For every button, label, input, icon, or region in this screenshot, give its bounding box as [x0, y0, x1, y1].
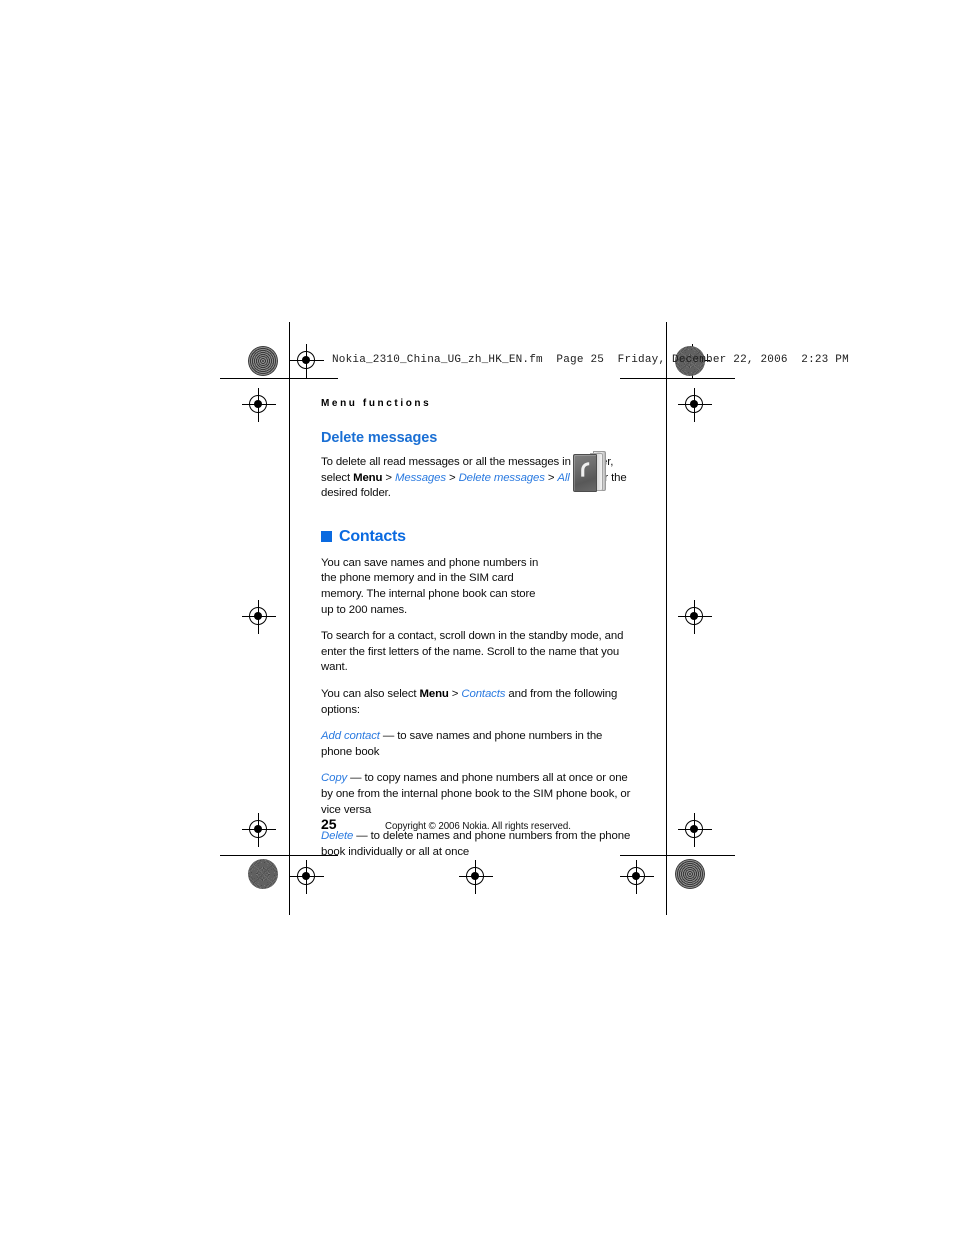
path-separator-4: > [448, 687, 462, 700]
handset-glyph-icon [581, 462, 590, 477]
xref-messages[interactable]: Messages [395, 472, 446, 484]
ui-term-menu-2: Menu [419, 687, 449, 700]
paragraph-contacts-search: To search for a contact, scroll down in … [321, 630, 624, 674]
heading-contacts: Contacts [321, 528, 633, 546]
manual-page: Menu functions Delete messages To delete… [289, 330, 667, 878]
phonebook-icon [571, 448, 611, 494]
path-separator-2: > [445, 471, 459, 484]
select-line-lead: You can also select [321, 687, 420, 700]
registration-mark-upper-left [242, 388, 276, 422]
path-separator-1: > [382, 471, 395, 484]
registration-mark-lower-left [242, 813, 276, 847]
paragraph-contacts-intro: You can save names and phone numbers in … [321, 556, 539, 616]
xref-delete-messages[interactable]: Delete messages [459, 472, 545, 484]
registration-mark-upper-right [678, 388, 712, 422]
heading-contacts-label: Contacts [339, 527, 406, 545]
option-dash-1: — [347, 772, 365, 785]
option-item-copy: Copy — to copy names and phone numbers a… [321, 771, 633, 818]
page-content: Delete messages To delete all read messa… [321, 430, 633, 860]
page-number: 25 [321, 816, 337, 832]
xref-contacts[interactable]: Contacts [461, 688, 505, 700]
option-term-add-contact[interactable]: Add contact [321, 730, 380, 742]
registration-mark-mid-left [242, 600, 276, 634]
path-separator-3: > [544, 471, 558, 484]
registration-mark-lower-right [678, 813, 712, 847]
heading-delete-messages: Delete messages [321, 430, 438, 446]
running-header: Menu functions [321, 398, 432, 409]
paragraph-contacts-select: You can also select Menu > Contacts and … [321, 687, 633, 718]
square-bullet-icon [321, 531, 332, 543]
page-footer: 25 Copyright © 2006 Nokia. All rights re… [321, 816, 633, 832]
registration-mark-mid-right [678, 600, 712, 634]
option-item-delete: Delete — to delete names and phone numbe… [321, 829, 633, 860]
ui-term-menu: Menu [353, 471, 383, 484]
halftone-dot-top-left [248, 346, 278, 376]
option-term-copy[interactable]: Copy [321, 772, 347, 784]
option-dash-0: — [379, 730, 398, 743]
halftone-dot-bottom-right [675, 859, 705, 889]
option-description-copy: to copy names and phone numbers all at o… [321, 772, 631, 816]
halftone-dot-bottom-left [248, 859, 278, 889]
copyright-notice: Copyright © 2006 Nokia. All rights reser… [385, 821, 571, 832]
option-item-add-contact: Add contact — to save names and phone nu… [321, 729, 633, 760]
